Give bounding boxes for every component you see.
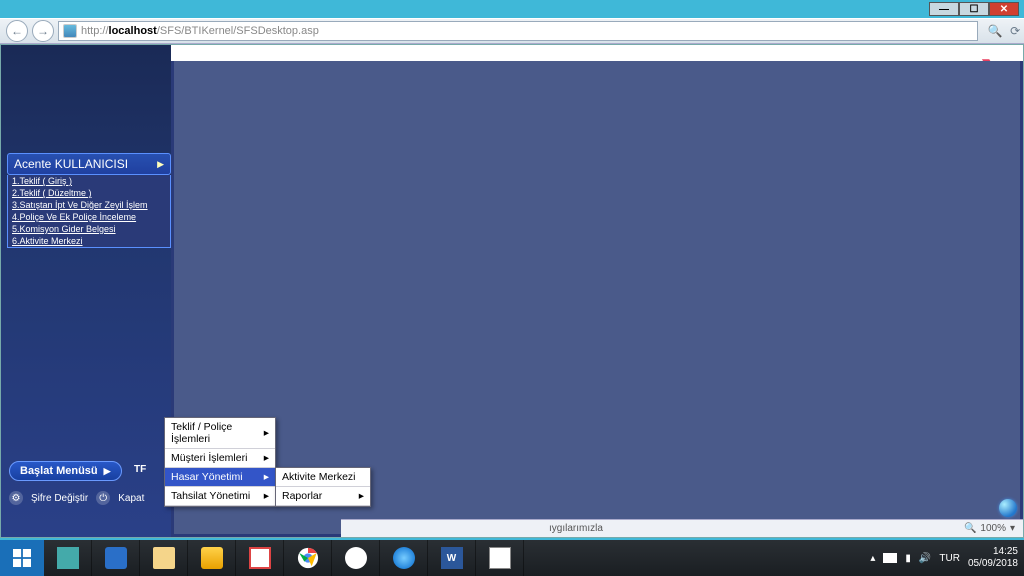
sidebar: Acente KULLANICISI ▶ 1.Teklif ( Giriş ) … — [1, 45, 171, 537]
menu-item-label: Teklif / Poliçe İşlemleri — [171, 421, 264, 445]
workspace-body — [171, 61, 1023, 537]
chevron-right-icon: ▸ — [264, 471, 269, 483]
chevron-right-icon: ▸ — [359, 490, 364, 502]
sidebar-item[interactable]: 1.Teklif ( Giriş ) — [8, 175, 170, 187]
sidebar-item[interactable]: 4.Poliçe Ve Ek Poliçe İnceleme — [8, 211, 170, 223]
ie-favicon-icon — [63, 24, 77, 38]
taskbar: W ▴ ▮ 🔊 TUR 14:25 05/09/2018 — [0, 540, 1024, 576]
tray-time: 14:25 — [968, 546, 1018, 558]
windows-start-button[interactable] — [0, 540, 44, 576]
start-menu-popup: Teklif / Poliçe İşlemleri▸ Müşteri İşlem… — [164, 417, 276, 507]
tray-clock[interactable]: 14:25 05/09/2018 — [968, 546, 1018, 570]
nav-forward-button[interactable]: → — [32, 20, 54, 42]
sidebar-item[interactable]: 5.Komisyon Gider Belgesi — [8, 223, 170, 235]
tray-volume-icon[interactable]: 🔊 — [919, 553, 931, 564]
url-prefix: http:// — [81, 25, 109, 37]
globe-icon — [999, 499, 1017, 517]
taskbar-app[interactable] — [332, 540, 380, 576]
menu-item-label: Hasar Yönetimi — [171, 471, 243, 483]
page: QUICK❯ Acente KULLANICISI ▶ 1.Teklif ( G… — [0, 44, 1024, 538]
menu-item[interactable]: Müşteri İşlemleri ▸ — [165, 449, 275, 468]
chevron-right-icon: ▶ — [157, 159, 164, 170]
search-icon[interactable]: 🔍 — [988, 24, 1003, 38]
start-submenu-popup: Aktivite Merkezi Raporlar ▸ — [275, 467, 371, 507]
sidebar-item[interactable]: 3.Satıştan İpt Ve Diğer Zeyil İşlem — [8, 199, 170, 211]
refresh-icon[interactable]: ⟳ — [1010, 24, 1020, 38]
address-bar[interactable]: http://localhost/SFS/BTIKernel/SFSDeskto… — [58, 21, 978, 41]
menu-item-label: Aktivite Merkezi — [282, 471, 356, 483]
chrome-icon — [297, 547, 319, 569]
tray-language[interactable]: TUR — [939, 553, 960, 564]
system-tray: ▴ ▮ 🔊 TUR 14:25 05/09/2018 — [864, 540, 1024, 576]
sidebar-item[interactable]: 2.Teklif ( Düzeltme ) — [8, 187, 170, 199]
status-text: ıygılarımızla — [549, 523, 603, 534]
taskbar-explorer[interactable] — [140, 540, 188, 576]
taskbar-word[interactable]: W — [428, 540, 476, 576]
submenu-item[interactable]: Aktivite Merkezi — [276, 468, 370, 487]
url-path: /SFS/BTIKernel/SFSDesktop.asp — [157, 25, 319, 37]
menu-item[interactable]: Hasar Yönetimi ▸ — [165, 468, 275, 487]
taskbar-app[interactable] — [188, 540, 236, 576]
sidebar-panel-header[interactable]: Acente KULLANICISI ▶ — [7, 153, 171, 175]
menu-item-label: Raporlar — [282, 490, 322, 502]
tray-date: 05/09/2018 — [968, 558, 1018, 570]
windows-logo-icon — [13, 549, 31, 567]
taskbar-chrome[interactable] — [284, 540, 332, 576]
menu-item[interactable]: Tahsilat Yönetimi ▸ — [165, 487, 275, 506]
chevron-right-icon: ▸ — [264, 452, 269, 464]
zoom-dropdown-icon[interactable]: ▾ — [1010, 523, 1015, 534]
window-close-button[interactable]: ✕ — [989, 2, 1019, 16]
workspace: ıygılarımızla 🔍 100% ▾ — [171, 61, 1023, 537]
taskbar-app[interactable] — [236, 540, 284, 576]
zoom-icon[interactable]: 🔍 — [964, 523, 976, 534]
sidebar-panel-list: 1.Teklif ( Giriş ) 2.Teklif ( Düzeltme )… — [7, 175, 171, 248]
close-link[interactable]: Kapat — [118, 493, 144, 504]
taskbar-ie[interactable] — [380, 540, 428, 576]
power-icon: ⏻ — [96, 491, 110, 505]
start-menu-button[interactable]: Başlat Menüsü ▶ — [9, 461, 122, 481]
taskbar-paint[interactable] — [476, 540, 524, 576]
sidebar-item[interactable]: 6.Aktivite Merkezi — [8, 235, 170, 247]
window-maximize-button[interactable]: ☐ — [959, 2, 989, 16]
browser-toolbar: ← → http://localhost/SFS/BTIKernel/SFSDe… — [0, 18, 1024, 44]
tray-network-icon[interactable]: ▮ — [905, 553, 911, 564]
chevron-right-icon: ▶ — [104, 466, 111, 477]
menu-item[interactable]: Teklif / Poliçe İşlemleri▸ — [165, 418, 275, 449]
url-host: localhost — [109, 25, 157, 37]
tray-chevron-up-icon[interactable]: ▴ — [870, 553, 875, 564]
menu-item-label: Tahsilat Yönetimi — [171, 490, 250, 502]
window-minimize-button[interactable]: — — [929, 2, 959, 16]
gear-icon: ⚙ — [9, 491, 23, 505]
tray-flag-icon[interactable] — [883, 553, 897, 563]
nav-back-button[interactable]: ← — [6, 20, 28, 42]
taskbar-app[interactable] — [92, 540, 140, 576]
chevron-right-icon: ▸ — [264, 427, 269, 439]
chevron-right-icon: ▸ — [264, 490, 269, 502]
status-bar: ıygılarımızla 🔍 100% ▾ — [341, 519, 1023, 537]
zoom-level: 100% — [980, 523, 1006, 534]
taskbar-app[interactable] — [44, 540, 92, 576]
change-password-link[interactable]: Şifre Değiştir — [31, 493, 88, 504]
sidebar-panel-title: Acente KULLANICISI — [14, 157, 128, 171]
start-menu-label: Başlat Menüsü — [20, 465, 98, 477]
submenu-item[interactable]: Raporlar ▸ — [276, 487, 370, 506]
menu-item-label: Müşteri İşlemleri — [171, 452, 247, 464]
